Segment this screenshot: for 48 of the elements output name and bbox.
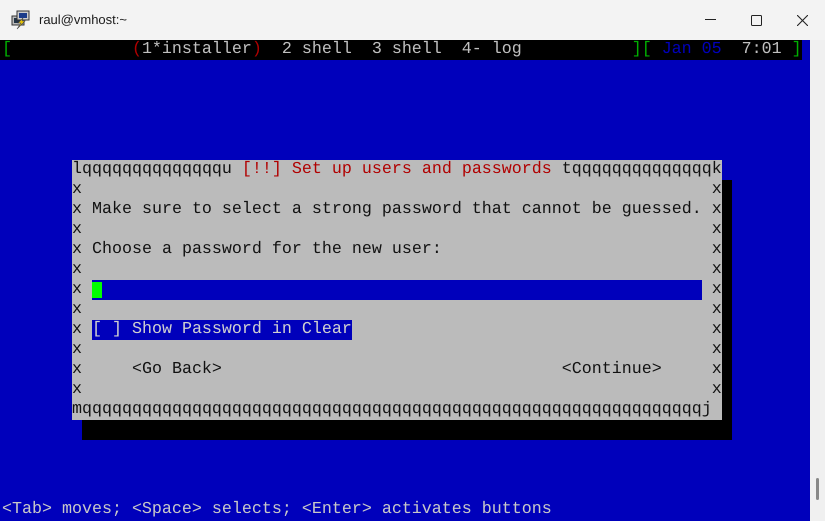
frame-border: tqqqqqqqqqqqqqqk — [562, 160, 722, 180]
frame-side: x — [72, 280, 82, 300]
frame-side: x — [72, 260, 82, 280]
frame-side: x — [712, 260, 722, 280]
scrollbar-thumb[interactable] — [816, 478, 819, 500]
bracket-text: ][ — [632, 40, 652, 60]
frame-border: lqqqqqqqqqqqqqqu — [72, 160, 232, 180]
window-tab[interactable]: 4- log — [462, 40, 522, 60]
minimize-icon — [704, 19, 716, 21]
help-text: <Tab> moves; <Space> selects; <Enter> activates buttons — [2, 500, 552, 520]
frame-side: x — [712, 220, 722, 240]
frame-side: x — [72, 200, 82, 220]
back-button[interactable]: <Go Back> — [132, 360, 222, 380]
frame-side: x — [72, 360, 82, 380]
time-text: 7:01 — [742, 40, 782, 60]
frame-border: mqqqqqqqqqqqqqqqqqqqqqqqqqqqqqqqqqqqqqqqqqqqqqqqqqqqqqqqqqqqqqqj — [72, 400, 712, 420]
frame-side: x — [72, 220, 82, 240]
frame-side: x — [72, 340, 82, 360]
dialog-text: Choose a password for the new user: — [92, 240, 442, 260]
frame-side: x — [712, 360, 722, 380]
frame-side: x — [712, 280, 722, 300]
frame-side: x — [72, 240, 82, 260]
close-icon — [796, 14, 808, 26]
window-tab[interactable]: 3 shell — [372, 40, 442, 60]
window-tab[interactable]: 2 shell — [282, 40, 352, 60]
frame-side: x — [72, 180, 82, 200]
maximize-icon — [750, 14, 762, 26]
frame-side: x — [72, 320, 82, 340]
window-title: raul@vmhost:~ — [39, 11, 127, 30]
bracket-text: [ — [2, 40, 12, 60]
frame-side: x — [72, 380, 82, 400]
checkbox[interactable]: [ ] Show Password in Clear — [92, 320, 352, 340]
dialog-text: Make sure to select a strong password that cannot be guessed. — [92, 200, 702, 220]
window-tab[interactable]: (1*installer) — [132, 40, 262, 60]
frame-side: x — [712, 180, 722, 200]
date-text: Jan 05 — [662, 40, 722, 60]
terminal-app-icon — [11, 10, 31, 30]
frame-side: x — [712, 340, 722, 360]
frame-side: x — [712, 300, 722, 320]
password-field[interactable] — [92, 280, 702, 300]
frame-side: x — [712, 200, 722, 220]
frame-side: x — [712, 380, 722, 400]
bracket-text: ] — [792, 40, 802, 60]
continue-button[interactable]: <Continue> — [562, 360, 662, 380]
dialog-title: [!!] Set up users and passwords — [242, 160, 552, 180]
frame-side: x — [72, 300, 82, 320]
frame-side: x — [712, 320, 722, 340]
frame-side: x — [712, 240, 722, 260]
